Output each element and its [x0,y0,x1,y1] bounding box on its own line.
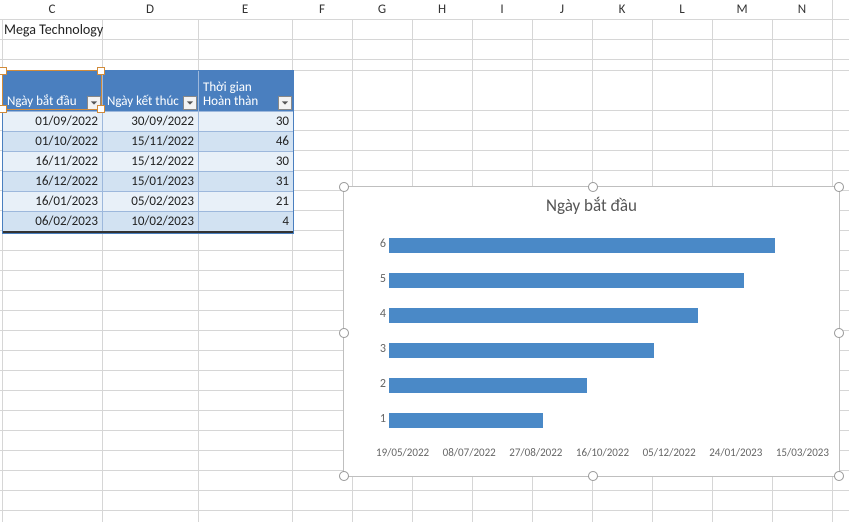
chart-y-tick: 5 [374,272,386,286]
chart-plot-area[interactable] [389,227,827,436]
col-header[interactable]: J [532,0,592,19]
table-cell[interactable]: 30 [199,151,293,171]
resize-handle-icon[interactable] [339,182,349,192]
table-cell[interactable]: 01/09/2022 [3,111,103,131]
resize-handle-icon[interactable] [339,328,349,338]
table-cell[interactable]: 16/01/2023 [3,191,103,211]
table-header-duration[interactable]: Thời gian Hoàn thàn [199,71,293,111]
table-cell[interactable]: 16/11/2022 [3,151,103,171]
table-header-end[interactable]: Ngày kết thúc [103,71,199,111]
resize-handle-icon[interactable] [588,471,598,481]
chart-y-tick: 3 [374,342,386,356]
chart-title[interactable]: Ngày bắt đầu [344,195,839,216]
header-label: Ngày kết thúc [107,95,179,109]
chart-y-tick: 2 [374,377,386,391]
chart-bar[interactable] [389,238,775,253]
chart-y-tick: 6 [374,237,386,251]
col-header[interactable]: H [412,0,472,19]
chart-x-tick: 08/07/2022 [443,446,496,466]
chart-y-tick: 4 [374,307,386,321]
col-header[interactable]: I [472,0,532,19]
col-header[interactable]: D [102,0,198,19]
table-cell[interactable]: 30 [199,111,293,131]
chart-bar[interactable] [389,378,587,393]
header-label: Ngày bắt đầu [7,95,77,109]
col-header[interactable]: M [712,0,772,19]
col-header[interactable]: N [772,0,832,19]
table-cell[interactable]: 15/01/2023 [103,171,199,191]
table-cell[interactable]: 06/02/2023 [3,211,103,231]
chart-object[interactable]: Ngày bắt đầu 19/05/2022 08/07/2022 27/08/2… [343,186,840,477]
chart-x-tick: 15/03/2023 [776,446,829,466]
table-cell[interactable]: 4 [199,211,293,231]
table-cell[interactable]: 31 [199,171,293,191]
data-table: Ngày bắt đầu Ngày kết thúc Thời gian Hoà… [2,70,294,234]
resize-handle-icon[interactable] [588,182,598,192]
chart-bar[interactable] [389,413,543,428]
table-cell[interactable]: 01/10/2022 [3,131,103,151]
chart-bar[interactable] [389,273,744,288]
table-cell[interactable]: 30/09/2022 [103,111,199,131]
table-cell[interactable]: 15/11/2022 [103,131,199,151]
table-row[interactable]: 16/11/202215/12/202230 [3,151,293,171]
table-cell[interactable]: 15/12/2022 [103,151,199,171]
chart-bar[interactable] [389,308,698,323]
table-header-start[interactable]: Ngày bắt đầu [3,71,103,111]
filter-dropdown-icon[interactable] [183,96,197,110]
table-cell[interactable]: 16/12/2022 [3,171,103,191]
table-row[interactable]: 01/10/202215/11/202246 [3,131,293,151]
col-header[interactable]: K [592,0,652,19]
resize-handle-icon[interactable] [834,328,844,338]
table-row[interactable]: 01/09/202230/09/202230 [3,111,293,131]
chart-x-tick: 16/10/2022 [576,446,629,466]
col-header[interactable]: L [652,0,712,19]
table-row[interactable]: 16/01/202305/02/202321 [3,191,293,211]
chart-bar[interactable] [389,343,654,358]
chart-x-axis: 19/05/2022 08/07/2022 27/08/2022 16/10/2022… [376,446,829,466]
chart-x-tick: 27/08/2022 [509,446,562,466]
col-header[interactable]: C [2,0,102,19]
chart-x-tick: 24/01/2023 [709,446,762,466]
table-row[interactable]: 16/12/202215/01/202331 [3,171,293,191]
chart-y-tick: 1 [374,412,386,426]
table-cell[interactable]: 46 [199,131,293,151]
filter-dropdown-icon[interactable] [87,96,101,110]
col-header[interactable]: G [352,0,412,19]
table-cell[interactable]: 10/02/2023 [103,211,199,231]
chart-x-tick: 19/05/2022 [376,446,429,466]
table-cell[interactable]: 21 [199,191,293,211]
header-label: Thời gian Hoàn thàn [203,81,279,109]
table-row[interactable]: 06/02/202310/02/20234 [3,211,293,233]
resize-handle-icon[interactable] [834,471,844,481]
col-header[interactable]: E [198,0,292,19]
chart-x-tick: 05/12/2022 [643,446,696,466]
title-cell[interactable]: Mega Technology [2,20,103,39]
resize-handle-icon[interactable] [339,471,349,481]
filter-dropdown-icon[interactable] [278,96,292,110]
table-cell[interactable]: 05/02/2023 [103,191,199,211]
col-header[interactable]: F [292,0,352,19]
resize-handle-icon[interactable] [834,182,844,192]
